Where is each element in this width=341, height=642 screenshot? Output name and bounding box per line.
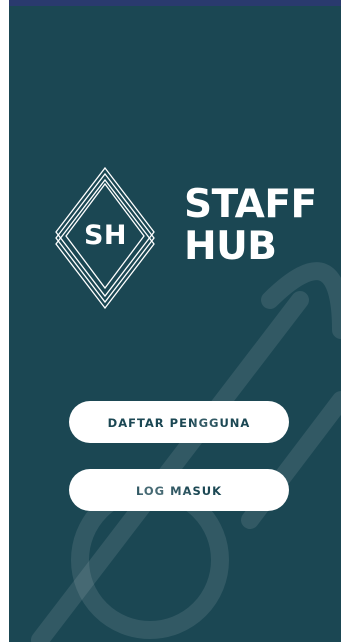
app-screen: SH STAFF HUB DAFTAR PENGGUNA LOG MASUK <box>9 0 341 642</box>
status-bar <box>9 0 341 6</box>
logo-diamond-mark: SH <box>53 164 158 310</box>
logo-initials: SH <box>83 220 128 251</box>
logo-word-hub: HUB <box>184 224 277 269</box>
logo-word-staff: STAFF <box>184 182 317 227</box>
staff-hub-logo: SH STAFF HUB <box>53 164 323 310</box>
login-button[interactable]: LOG MASUK <box>69 469 289 511</box>
register-user-button[interactable]: DAFTAR PENGGUNA <box>69 401 289 443</box>
